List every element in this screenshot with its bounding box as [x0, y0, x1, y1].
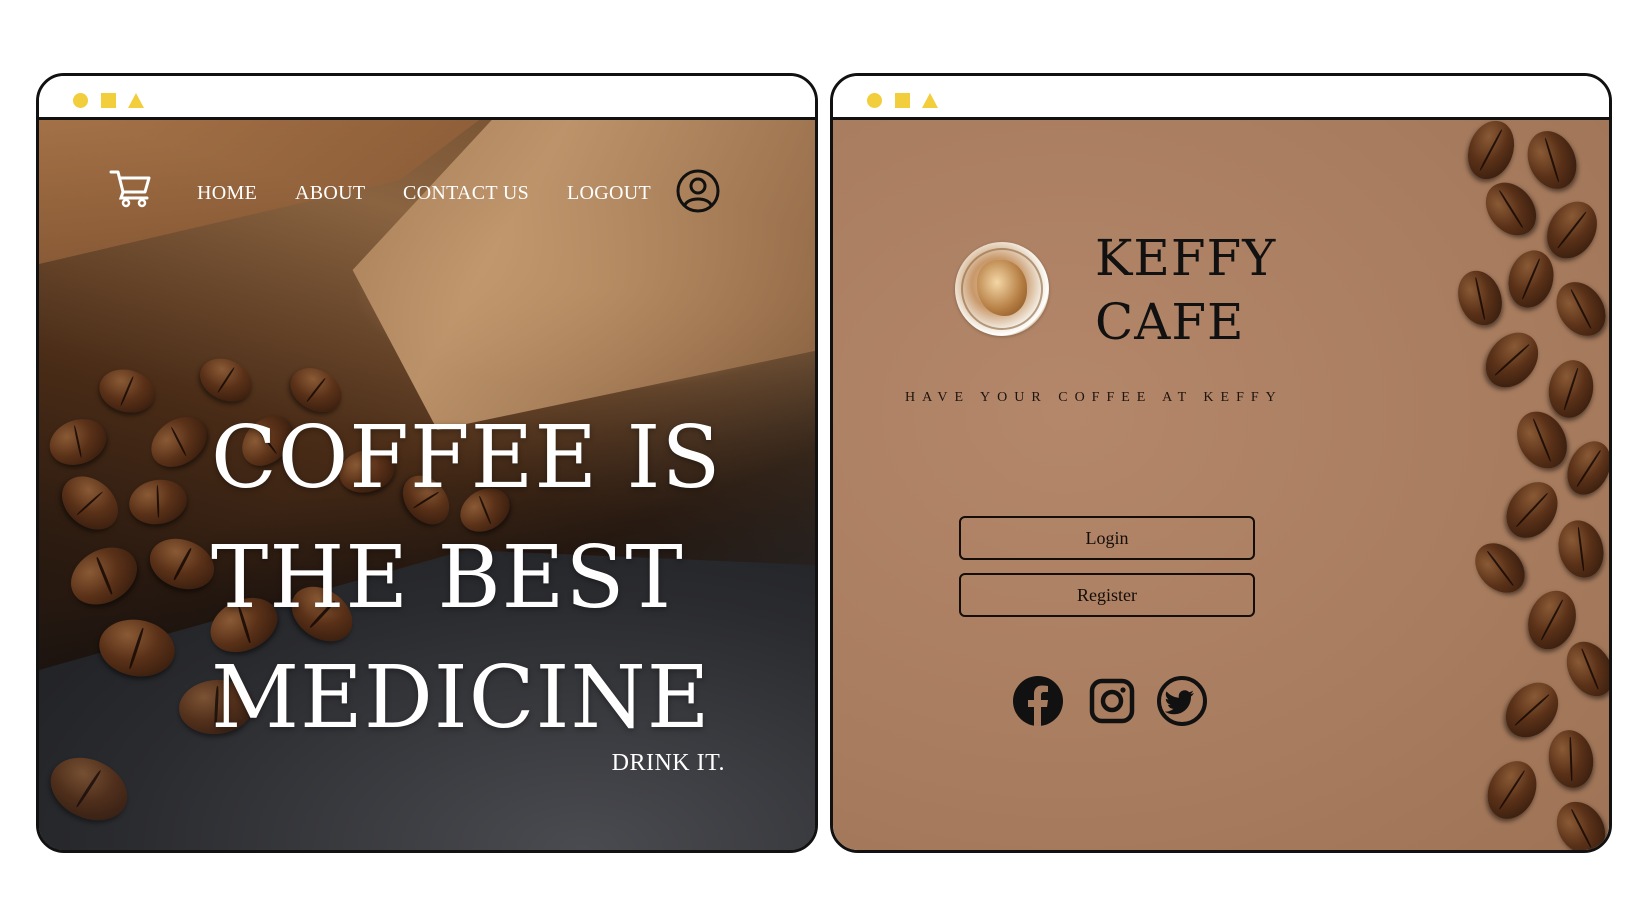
coffee-bean — [1552, 515, 1609, 583]
coffee-beans-border — [1449, 120, 1609, 850]
login-button[interactable]: Login — [959, 516, 1255, 560]
window-titlebar — [833, 76, 1609, 120]
coffee-bean — [1502, 245, 1560, 313]
hero-tagline: DRINK IT. — [611, 750, 725, 776]
coffee-bean — [43, 411, 113, 473]
coffee-bean — [1495, 472, 1569, 548]
brand-name: KEFFY CAFE — [1095, 226, 1276, 354]
cart-icon[interactable] — [109, 168, 153, 208]
twitter-icon[interactable] — [1155, 674, 1209, 728]
nav-contact-link[interactable]: CONTACT US — [403, 182, 529, 205]
coffee-bean — [1465, 533, 1535, 603]
coffee-bean — [1518, 123, 1586, 197]
hero-headline: COFFEE IS THE BEST MEDICINE — [211, 398, 731, 758]
browser-window-login: KEFFY CAFE HAVE YOUR COFFEE AT KEFFY Log… — [830, 73, 1612, 853]
facebook-icon[interactable] — [1011, 674, 1065, 728]
coffee-bean — [142, 530, 222, 598]
coffee-bean — [94, 363, 160, 419]
window-titlebar — [39, 76, 815, 120]
headline-line: COFFEE IS — [211, 408, 722, 508]
nav-home-link[interactable]: HOME — [197, 182, 257, 205]
circle-dot-icon — [867, 93, 882, 108]
coffee-bean — [51, 465, 129, 541]
circle-dot-icon — [73, 93, 88, 108]
hero-section: HOME ABOUT CONTACT US LOGOUT COFFEE IS T… — [39, 120, 815, 850]
triangle-dot-icon — [922, 93, 938, 108]
headline-line: MEDICINE — [211, 648, 711, 748]
coffee-bean — [1460, 120, 1522, 186]
coffee-bean — [1450, 264, 1510, 332]
coffee-bean — [1546, 792, 1609, 850]
brand-line: KEFFY — [1095, 229, 1277, 287]
triangle-dot-icon — [128, 93, 144, 108]
keffy-logo — [955, 242, 1049, 336]
coffee-bean — [1546, 272, 1609, 346]
coffee-bean — [125, 475, 191, 529]
coffee-bean — [1544, 356, 1598, 422]
nav-about-link[interactable]: ABOUT — [295, 182, 365, 205]
instagram-icon[interactable] — [1085, 674, 1139, 728]
square-dot-icon — [101, 93, 116, 108]
coffee-bean — [1475, 172, 1547, 246]
coffee-bean — [1557, 633, 1609, 705]
top-navigation: HOME ABOUT CONTACT US LOGOUT — [39, 168, 815, 216]
browser-window-home: HOME ABOUT CONTACT US LOGOUT COFFEE IS T… — [36, 73, 818, 853]
coffee-bean — [141, 406, 217, 478]
coffee-bean — [1475, 322, 1549, 398]
register-button[interactable]: Register — [959, 573, 1255, 617]
coffee-bean — [1478, 753, 1546, 827]
nav-logout-link[interactable]: LOGOUT — [567, 182, 651, 205]
coffee-bean — [1544, 726, 1598, 792]
login-panel: KEFFY CAFE HAVE YOUR COFFEE AT KEFFY Log… — [833, 120, 1609, 850]
square-dot-icon — [895, 93, 910, 108]
headline-line: THE BEST — [211, 528, 684, 628]
coffee-bean — [60, 535, 148, 617]
brand-line: CAFE — [1095, 293, 1245, 351]
user-icon[interactable] — [675, 168, 721, 214]
slogan-text: HAVE YOUR COFFEE AT KEFFY — [905, 390, 1283, 405]
